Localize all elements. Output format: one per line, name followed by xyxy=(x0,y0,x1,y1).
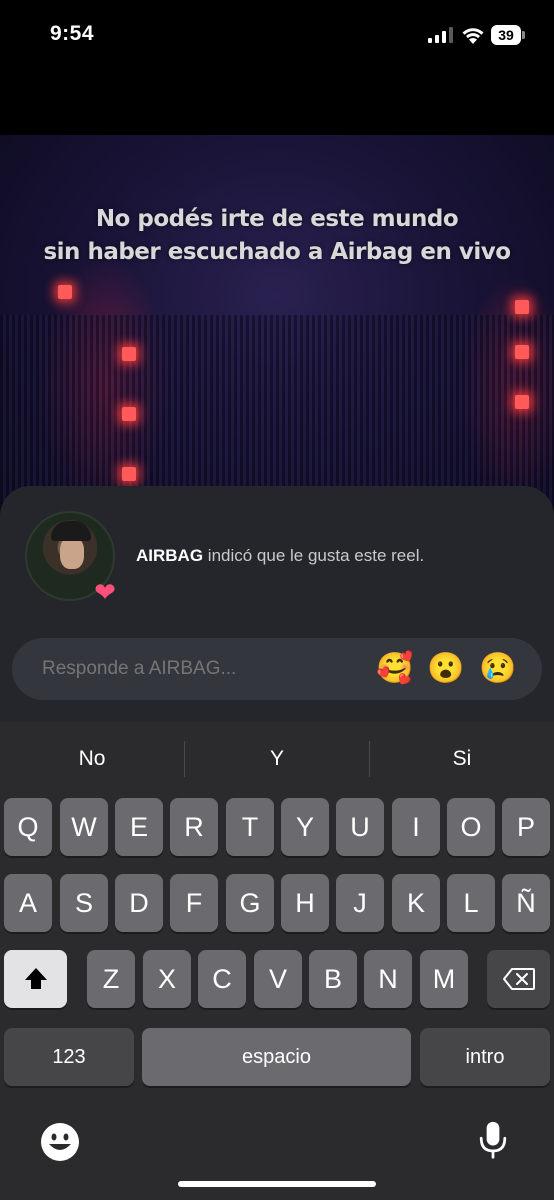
key-n[interactable]: N xyxy=(364,950,412,1008)
avatar-hat xyxy=(51,521,91,541)
like-notification-sheet: ❤ AIRBAG indicó que le gusta este reel. … xyxy=(0,486,554,726)
stage-light xyxy=(515,395,529,409)
space-key[interactable]: espacio xyxy=(142,1028,411,1086)
video-caption: No podés irte de este mundo sin haber es… xyxy=(0,203,554,269)
key-z[interactable]: Z xyxy=(87,950,135,1008)
status-time: 9:54 xyxy=(50,22,95,45)
notification-text: AIRBAG indicó que le gusta este reel. xyxy=(136,546,424,566)
key-b[interactable]: B xyxy=(309,950,357,1008)
microphone-icon[interactable] xyxy=(473,1120,513,1160)
home-indicator[interactable] xyxy=(178,1181,376,1187)
cellular-signal-icon xyxy=(428,27,453,43)
delete-key[interactable] xyxy=(487,950,550,1008)
shift-icon xyxy=(24,968,47,989)
key-v[interactable]: V xyxy=(254,950,302,1008)
reply-box[interactable]: 🥰 😮 😢 xyxy=(12,638,542,700)
battery-indicator: 39 xyxy=(491,25,525,45)
reply-input[interactable] xyxy=(42,638,362,700)
key-i[interactable]: I xyxy=(392,798,440,856)
key-m[interactable]: M xyxy=(420,950,468,1008)
suggestion-no[interactable]: No xyxy=(0,722,184,796)
key-u[interactable]: U xyxy=(336,798,384,856)
emoji-surprised-button[interactable]: 😮 xyxy=(427,651,464,687)
caption-line-2: sin haber escuchado a Airbag en vivo xyxy=(43,239,511,265)
key-q[interactable]: Q xyxy=(4,798,52,856)
key-c[interactable]: C xyxy=(198,950,246,1008)
key-a[interactable]: A xyxy=(4,874,52,932)
status-bar: 9:54 39 xyxy=(0,0,554,135)
keyboard: No Y Si Q W E R T Y U I O P A S D F G H … xyxy=(0,722,554,1200)
key-t[interactable]: T xyxy=(226,798,274,856)
battery-level: 39 xyxy=(491,25,521,45)
backspace-icon xyxy=(502,968,535,990)
wifi-icon xyxy=(462,28,484,44)
battery-tip xyxy=(522,31,525,39)
key-y[interactable]: Y xyxy=(281,798,329,856)
key-enye[interactable]: Ñ xyxy=(502,874,550,932)
return-key[interactable]: intro xyxy=(420,1028,550,1086)
stage-light xyxy=(58,285,72,299)
key-p[interactable]: P xyxy=(502,798,550,856)
key-l[interactable]: L xyxy=(447,874,495,932)
key-g[interactable]: G xyxy=(226,874,274,932)
reel-video[interactable]: No podés irte de este mundo sin haber es… xyxy=(0,135,554,535)
notification-message: indicó que le gusta este reel. xyxy=(203,546,425,565)
emoji-icon[interactable] xyxy=(40,1122,80,1162)
key-k[interactable]: K xyxy=(392,874,440,932)
numbers-key[interactable]: 123 xyxy=(4,1028,134,1086)
key-h[interactable]: H xyxy=(281,874,329,932)
stage-light xyxy=(515,345,529,359)
emoji-crying-button[interactable]: 😢 xyxy=(479,651,516,687)
key-d[interactable]: D xyxy=(115,874,163,932)
stage-light xyxy=(122,407,136,421)
key-r[interactable]: R xyxy=(170,798,218,856)
caption-line-1: No podés irte de este mundo xyxy=(95,206,459,232)
stage-light xyxy=(515,300,529,314)
key-j[interactable]: J xyxy=(336,874,384,932)
key-s[interactable]: S xyxy=(60,874,108,932)
stage-light xyxy=(122,467,136,481)
key-o[interactable]: O xyxy=(447,798,495,856)
key-w[interactable]: W xyxy=(60,798,108,856)
shift-key[interactable] xyxy=(4,950,67,1008)
key-f[interactable]: F xyxy=(170,874,218,932)
avatar-face xyxy=(60,537,84,569)
suggestion-si[interactable]: Si xyxy=(370,722,554,796)
heart-icon: ❤ xyxy=(94,577,116,607)
emoji-smiling-hearts-button[interactable]: 🥰 xyxy=(376,651,413,687)
suggestion-y[interactable]: Y xyxy=(185,722,369,796)
key-e[interactable]: E xyxy=(115,798,163,856)
stage-light xyxy=(122,347,136,361)
notification-username[interactable]: AIRBAG xyxy=(136,546,203,565)
key-x[interactable]: X xyxy=(143,950,191,1008)
